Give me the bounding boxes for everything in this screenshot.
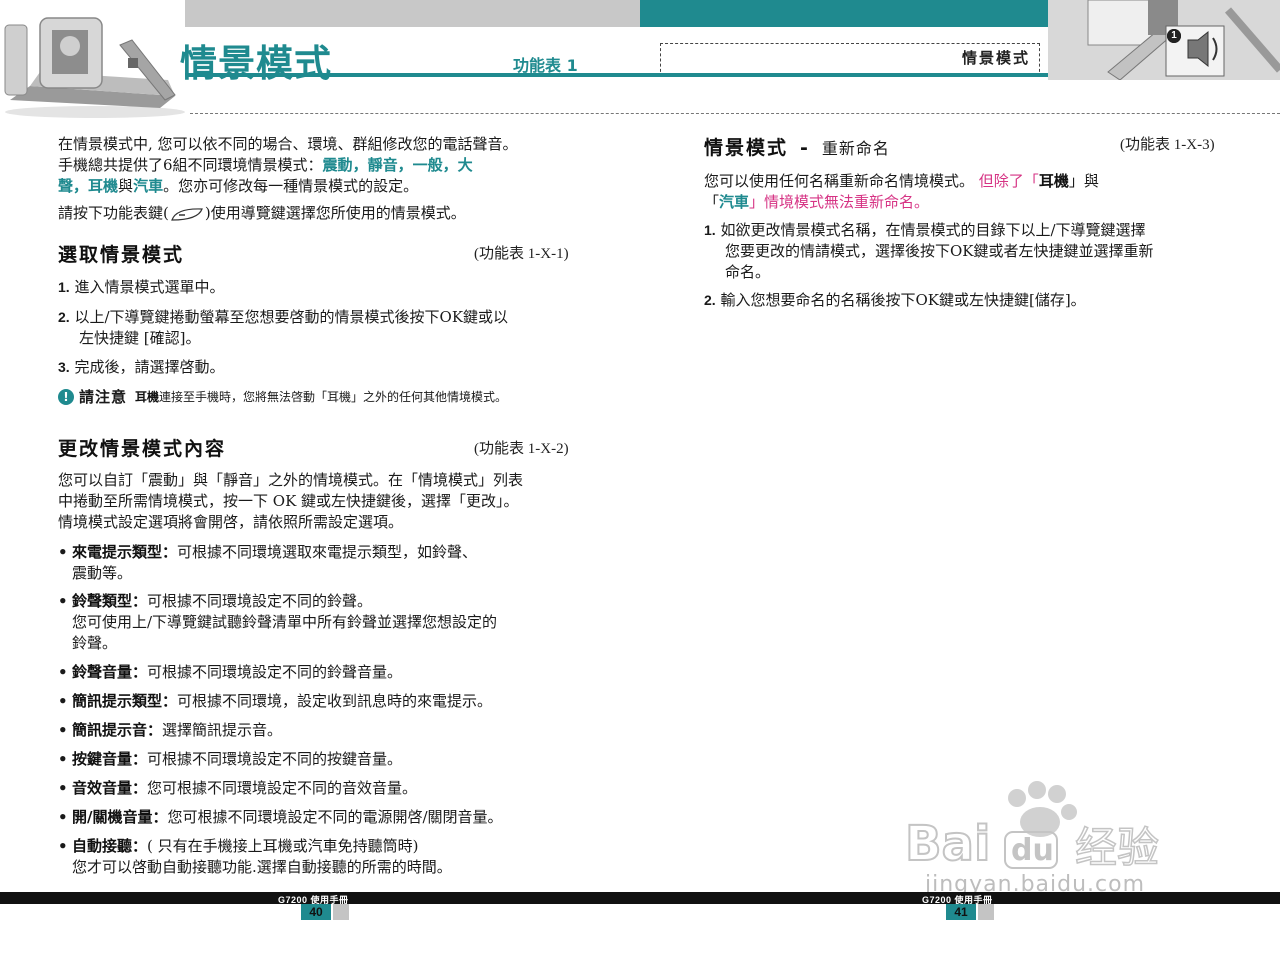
setting-item-msg-tone: 簡訊提示音：選擇簡訊提示音。 (58, 720, 592, 741)
section-ref-edit: (功能表 1-X-2) (474, 441, 569, 457)
intro-line-1: 在情景模式中, 您可以依不同的場合、環境、群組修改您的電話聲音。 (58, 135, 518, 153)
intro-line-2: 手機總共提供了6組不同環境情景模式：震動，靜音，一般，大 (58, 156, 473, 174)
intro-paragraph: 在情景模式中, 您可以依不同的場合、環境、群組修改您的電話聲音。 手機總共提供了… (58, 134, 598, 197)
edit-paragraph: 您可以自訂「震動」與「靜音」之外的情境模式。在「情境模式」列表 中捲動至所需情境… (58, 471, 524, 531)
note-label: 請注意 (79, 388, 128, 406)
rename-step-1: 1. 如欲更改情景模式名稱，在情景模式的目錄下以上/下導覽鍵選擇 您要更改的情請… (704, 221, 1154, 281)
setting-item-auto-answer: 自動接聽：( 只有在手機接上耳機或汽車免持聽筒時) 您才可以啓動自動接聽功能.選… (58, 836, 592, 878)
setting-item-incoming-alert: 來電提示類型：可根據不同環境選取來電提示類型，如鈴聲、 震動等。 (58, 542, 592, 584)
warning-icon: ! (58, 388, 74, 405)
setting-item-effect-volume: 音效音量：您可根據不同環境設定不同的音效音量。 (58, 778, 592, 799)
setting-item-key-volume: 按鍵音量：可根據不同環境設定不同的按鍵音量。 (58, 749, 592, 770)
svg-text:Bai: Bai (905, 816, 990, 872)
footer-bar (0, 892, 1280, 904)
page-number-left: 40 (301, 904, 331, 920)
right-section-ref: (功能表 1-X-3) (1120, 137, 1215, 153)
page-title: 情景模式 (180, 42, 332, 85)
note-bold: 耳機 (135, 390, 160, 404)
section-heading-select: 選取情景模式 (58, 244, 185, 266)
section-ref-select: (功能表 1-X-1) (474, 246, 569, 262)
footer-tab-right (978, 904, 994, 920)
note: ! 請注意 耳機 連接至手機時，您將無法啓動「耳機」之外的任何其他情境模式。 (58, 386, 507, 407)
menu-key-icon (171, 207, 203, 221)
page-number-right: 41 (946, 904, 976, 920)
mode-loud-part: 大 (457, 156, 473, 174)
phone-illustration-right (1048, 0, 1280, 80)
menu-number-badge: 1 (1167, 29, 1181, 43)
right-page-header-title: 情景模式 (962, 49, 1031, 67)
setting-item-power-volume: 開/關機音量：您可根據不同環境設定不同的電源開啓/關閉音量。 (58, 807, 592, 828)
menu-reference: 功能表 1 (513, 56, 578, 75)
rename-step-2: 2. 輸入您想要命名的名稱後按下OK鍵或左快捷鍵[儲存]。 (704, 291, 1086, 309)
menu-key-instruction: 請按下功能表鍵( )使用導覽鍵選擇您所使用的情景模式。 (58, 204, 466, 222)
header-gray-bar (185, 0, 640, 27)
footer-tab-left (333, 904, 349, 920)
setting-item-ringtone: 鈴聲類型：可根據不同環境設定不同的鈴聲。 您可使用上/下導覽鍵試聽鈴聲清單中所有… (58, 591, 592, 654)
phone-illustration-left (4, 17, 185, 118)
section-heading-edit: 更改情景模式內容 (58, 438, 227, 460)
note-text: 連接至手機時，您將無法啓動「耳機」之外的任何其他情境模式。 (159, 390, 508, 404)
svg-text:经验: 经验 (1075, 823, 1159, 872)
rename-paragraph: 您可以使用任何名稱重新命名情境模式。 但除了「耳機」與 「汽車」情境模式無法重新… (704, 172, 1099, 211)
setting-item-msg-alert: 簡訊提示類型：可根據不同環境，設定收到訊息時的來電提示。 (58, 691, 592, 712)
select-step-1: 1. 進入情景模式選單中。 (58, 278, 225, 296)
right-section-heading: 情景模式 - 重新命名 (704, 137, 890, 159)
intro-line-3: 聲，耳機與汽車。您亦可修改每一種情景模式的設定。 (58, 177, 419, 195)
select-step-3: 3. 完成後，請選擇啓動。 (58, 358, 225, 376)
svg-text:du: du (1011, 833, 1054, 868)
header-dashed-separator (190, 113, 1280, 114)
select-step-2: 2. 以上/下導覽鍵捲動螢幕至您想要啓動的情景模式後按下OK鍵或以 左快捷鍵 [… (58, 308, 509, 347)
setting-item-ring-volume: 鈴聲音量：可根據不同環境設定不同的鈴聲音量。 (58, 662, 592, 683)
